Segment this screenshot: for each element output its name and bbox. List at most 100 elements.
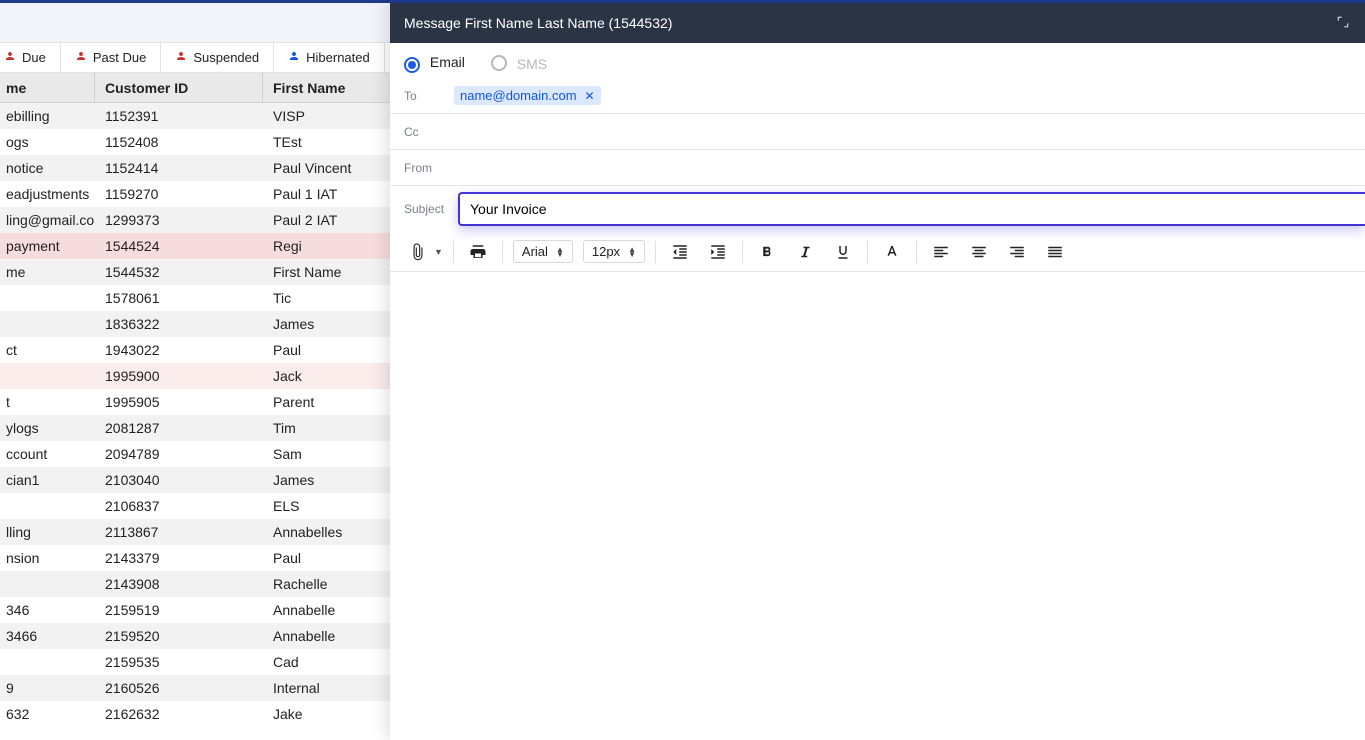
to-row[interactable]: To name@domain.com ✕ <box>390 78 1365 114</box>
table-row[interactable]: 1578061Tic <box>0 285 390 311</box>
attach-dropdown-icon[interactable]: ▼ <box>434 247 443 257</box>
table-row[interactable]: ccount2094789Sam <box>0 441 390 467</box>
filter-past-due[interactable]: Past Due <box>61 43 161 72</box>
remove-chip-icon[interactable]: ✕ <box>585 89 595 103</box>
table-row[interactable]: cian12103040James <box>0 467 390 493</box>
cell-customer-id: 2113867 <box>95 519 263 545</box>
editor-body[interactable] <box>390 272 1365 740</box>
indent-button[interactable] <box>704 238 732 266</box>
subject-row: Subject <box>390 186 1365 232</box>
grid-body: ebilling1152391VISPogs1152408TEstnotice1… <box>0 103 390 727</box>
cell-first-name: Paul Vincent <box>263 155 390 181</box>
cell-name: 9 <box>0 675 95 701</box>
cell-customer-id: 1995900 <box>95 363 263 389</box>
align-center-button[interactable] <box>965 238 993 266</box>
radio-unchecked-icon <box>491 55 507 71</box>
text-color-button[interactable] <box>878 238 906 266</box>
table-row[interactable]: lling2113867Annabelles <box>0 519 390 545</box>
table-row[interactable]: 6322162632Jake <box>0 701 390 727</box>
from-row[interactable]: From <box>390 150 1365 186</box>
table-row[interactable]: eadjustments1159270Paul 1 IAT <box>0 181 390 207</box>
toolbar-separator <box>742 241 743 263</box>
table-row[interactable]: t1995905Parent <box>0 389 390 415</box>
table-row[interactable]: payment1544524Regi <box>0 233 390 259</box>
bold-button[interactable] <box>753 238 781 266</box>
cell-first-name: James <box>263 311 390 337</box>
expand-icon[interactable] <box>1335 14 1351 33</box>
font-size-select[interactable]: 12px ▲▼ <box>583 240 645 263</box>
tab-sms[interactable]: SMS <box>491 53 547 72</box>
filter-hibernated[interactable]: Hibernated <box>274 43 385 72</box>
cell-name: notice <box>0 155 95 181</box>
toolbar-separator <box>502 241 503 263</box>
table-row[interactable]: nsion2143379Paul <box>0 545 390 571</box>
cell-customer-id: 1995905 <box>95 389 263 415</box>
cc-row[interactable]: Cc <box>390 114 1365 150</box>
table-row[interactable]: 2143908Rachelle <box>0 571 390 597</box>
align-left-button[interactable] <box>927 238 955 266</box>
outdent-button[interactable] <box>666 238 694 266</box>
cell-customer-id: 1544532 <box>95 259 263 285</box>
select-caret-icon: ▲▼ <box>628 247 636 257</box>
col-header-first-name[interactable]: First Name <box>263 73 390 102</box>
filter-suspended[interactable]: Suspended <box>161 43 274 72</box>
cell-customer-id: 2143379 <box>95 545 263 571</box>
cell-first-name: Tim <box>263 415 390 441</box>
cell-customer-id: 2162632 <box>95 701 263 727</box>
recipient-chip[interactable]: name@domain.com ✕ <box>454 86 601 105</box>
cell-customer-id: 1299373 <box>95 207 263 233</box>
radio-checked-icon <box>404 57 420 73</box>
cell-customer-id: 2159519 <box>95 597 263 623</box>
to-label: To <box>404 89 454 103</box>
cell-name: ct <box>0 337 95 363</box>
table-row[interactable]: 92160526Internal <box>0 675 390 701</box>
cell-customer-id: 2160526 <box>95 675 263 701</box>
print-button[interactable] <box>464 238 492 266</box>
table-row[interactable]: 1836322James <box>0 311 390 337</box>
table-row[interactable]: 3462159519Annabelle <box>0 597 390 623</box>
table-row[interactable]: ct1943022Paul <box>0 337 390 363</box>
font-family-select[interactable]: Arial ▲▼ <box>513 240 573 263</box>
italic-button[interactable] <box>791 238 819 266</box>
tab-sms-label: SMS <box>517 56 547 72</box>
col-header-customer-id[interactable]: Customer ID <box>95 73 263 102</box>
align-right-button[interactable] <box>1003 238 1031 266</box>
customer-grid-region: Due Past Due Suspended Hibernated <box>0 0 390 740</box>
underline-button[interactable] <box>829 238 857 266</box>
filter-label: Hibernated <box>306 50 370 65</box>
col-header-name[interactable]: me <box>0 73 95 102</box>
grid-header: me Customer ID First Name <box>0 73 390 103</box>
cell-name: me <box>0 259 95 285</box>
cell-first-name: Tic <box>263 285 390 311</box>
cell-customer-id: 1943022 <box>95 337 263 363</box>
table-row[interactable]: 1995900Jack <box>0 363 390 389</box>
align-justify-button[interactable] <box>1041 238 1069 266</box>
cell-first-name: Paul <box>263 337 390 363</box>
table-row[interactable]: me1544532First Name <box>0 259 390 285</box>
cell-name: ogs <box>0 129 95 155</box>
cell-name <box>0 571 95 597</box>
cell-first-name: Paul 1 IAT <box>263 181 390 207</box>
table-row[interactable]: 2106837ELS <box>0 493 390 519</box>
table-row[interactable]: notice1152414Paul Vincent <box>0 155 390 181</box>
table-row[interactable]: 2159535Cad <box>0 649 390 675</box>
table-row[interactable]: ebilling1152391VISP <box>0 103 390 129</box>
toolbar-separator <box>655 241 656 263</box>
tab-email[interactable]: Email <box>404 54 465 71</box>
from-label: From <box>404 161 454 175</box>
cell-name <box>0 311 95 337</box>
cell-name: 3466 <box>0 623 95 649</box>
cell-first-name: Jack <box>263 363 390 389</box>
select-caret-icon: ▲▼ <box>556 247 564 257</box>
table-row[interactable]: 34662159520Annabelle <box>0 623 390 649</box>
attach-button[interactable] <box>404 238 432 266</box>
cell-customer-id: 2106837 <box>95 493 263 519</box>
filter-due[interactable]: Due <box>0 43 61 72</box>
top-blank-bar <box>0 3 390 43</box>
table-row[interactable]: ogs1152408TEst <box>0 129 390 155</box>
cell-name <box>0 285 95 311</box>
subject-input[interactable] <box>458 192 1365 226</box>
filter-label: Past Due <box>93 50 146 65</box>
table-row[interactable]: ling@gmail.co…1299373Paul 2 IAT <box>0 207 390 233</box>
table-row[interactable]: ylogs2081287Tim <box>0 415 390 441</box>
